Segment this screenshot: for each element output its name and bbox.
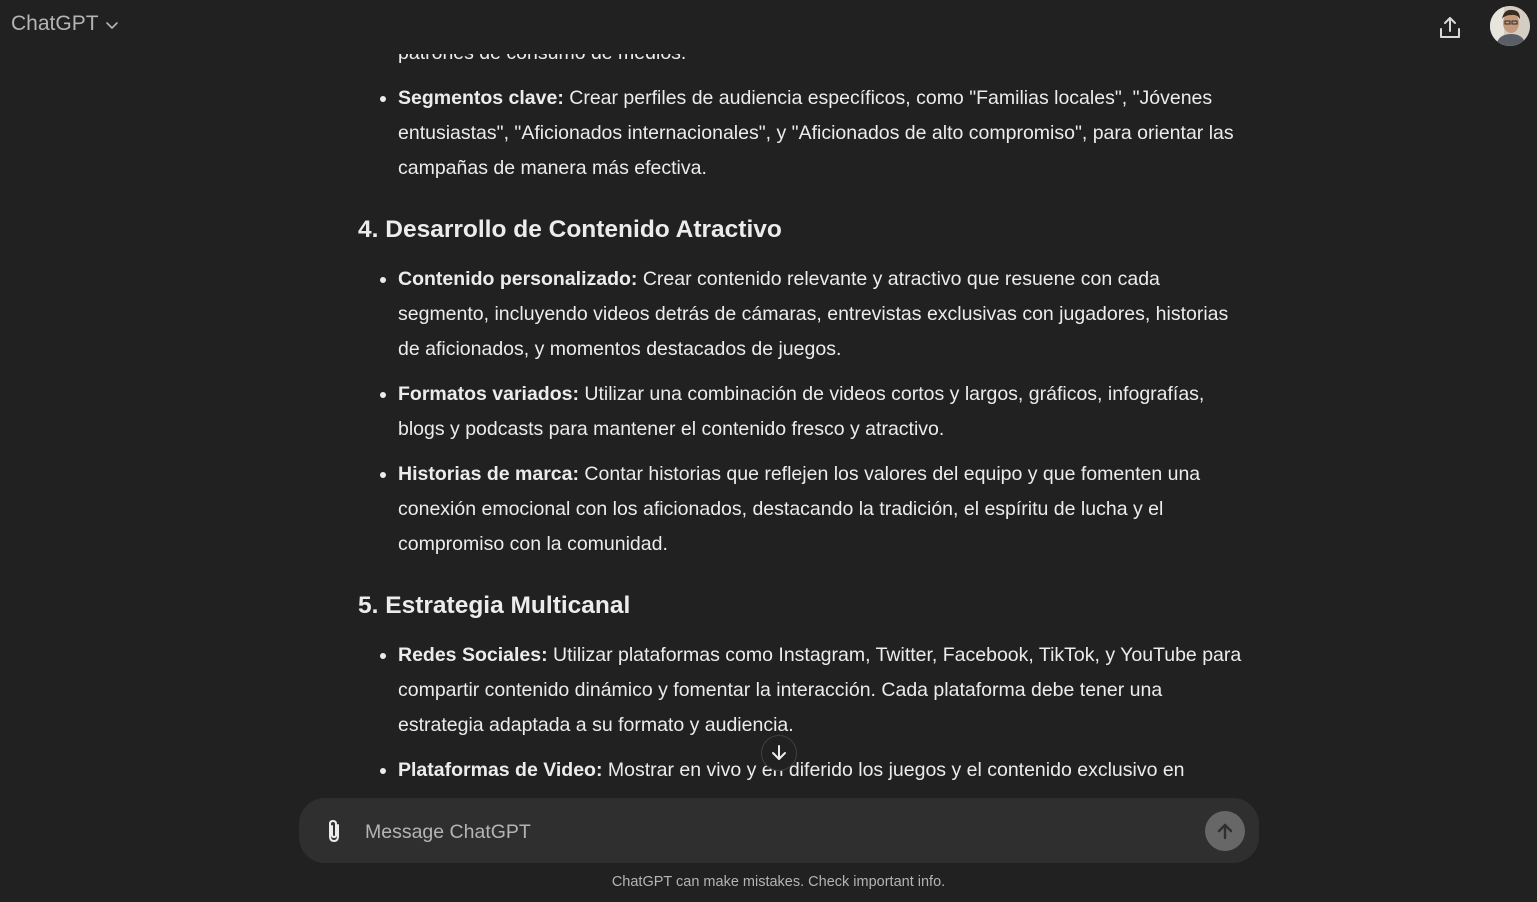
assistant-message: patrones de consumo de medios. Segmentos…	[358, 36, 1248, 800]
list-item-title: Segmentos clave:	[398, 87, 564, 109]
disclaimer-text: ChatGPT can make mistakes. Check importa…	[611, 874, 946, 890]
list-item: Redes Sociales: Utilizar plataformas com…	[398, 638, 1248, 743]
list-item-title: Redes Sociales:	[398, 644, 548, 666]
user-avatar-image	[1490, 6, 1530, 46]
arrow-up-icon	[1217, 823, 1233, 840]
share-button[interactable]	[1434, 12, 1466, 44]
attach-button[interactable]	[319, 816, 349, 846]
send-button[interactable]	[1205, 811, 1245, 851]
list-item: Formatos variados: Utilizar una combinac…	[398, 377, 1248, 447]
message-composer	[299, 798, 1259, 863]
section-heading: 4. Desarrollo de Contenido Atractivo	[358, 214, 1248, 246]
list-item-title: Historias de marca:	[398, 463, 579, 485]
list-item: Historias de marca: Contar historias que…	[398, 457, 1248, 562]
chevron-down-icon	[105, 22, 118, 29]
top-bar: ChatGPT	[0, 0, 1537, 54]
section-title: Desarrollo de Contenido Atractivo	[385, 216, 782, 243]
section-number: 4.	[358, 216, 386, 243]
bullet-list: Redes Sociales: Utilizar plataformas com…	[358, 638, 1248, 800]
section-number: 5.	[358, 592, 386, 619]
model-label: ChatGPT	[11, 12, 99, 35]
arrow-down-icon	[772, 745, 786, 760]
message-input[interactable]	[363, 814, 1187, 850]
section-heading: 5. Estrategia Multicanal	[358, 590, 1248, 622]
section-title: Estrategia Multicanal	[385, 592, 631, 619]
bullet-list: Segmentos clave: Crear perfiles de audie…	[358, 81, 1248, 186]
share-icon	[1440, 17, 1460, 38]
user-avatar[interactable]	[1490, 6, 1530, 46]
conversation-area[interactable]: patrones de consumo de medios. Segmentos…	[0, 0, 1537, 800]
list-item-title: Plataformas de Video:	[398, 759, 603, 781]
list-item-title: Contenido personalizado:	[398, 268, 638, 290]
paperclip-icon	[329, 819, 339, 843]
list-item-title: Formatos variados:	[398, 383, 579, 405]
scroll-to-bottom-button[interactable]	[761, 735, 797, 771]
model-selector[interactable]: ChatGPT	[11, 12, 119, 36]
list-item: Contenido personalizado: Crear contenido…	[398, 262, 1248, 367]
bullet-list: Contenido personalizado: Crear contenido…	[358, 262, 1248, 562]
list-item: Segmentos clave: Crear perfiles de audie…	[398, 81, 1248, 186]
